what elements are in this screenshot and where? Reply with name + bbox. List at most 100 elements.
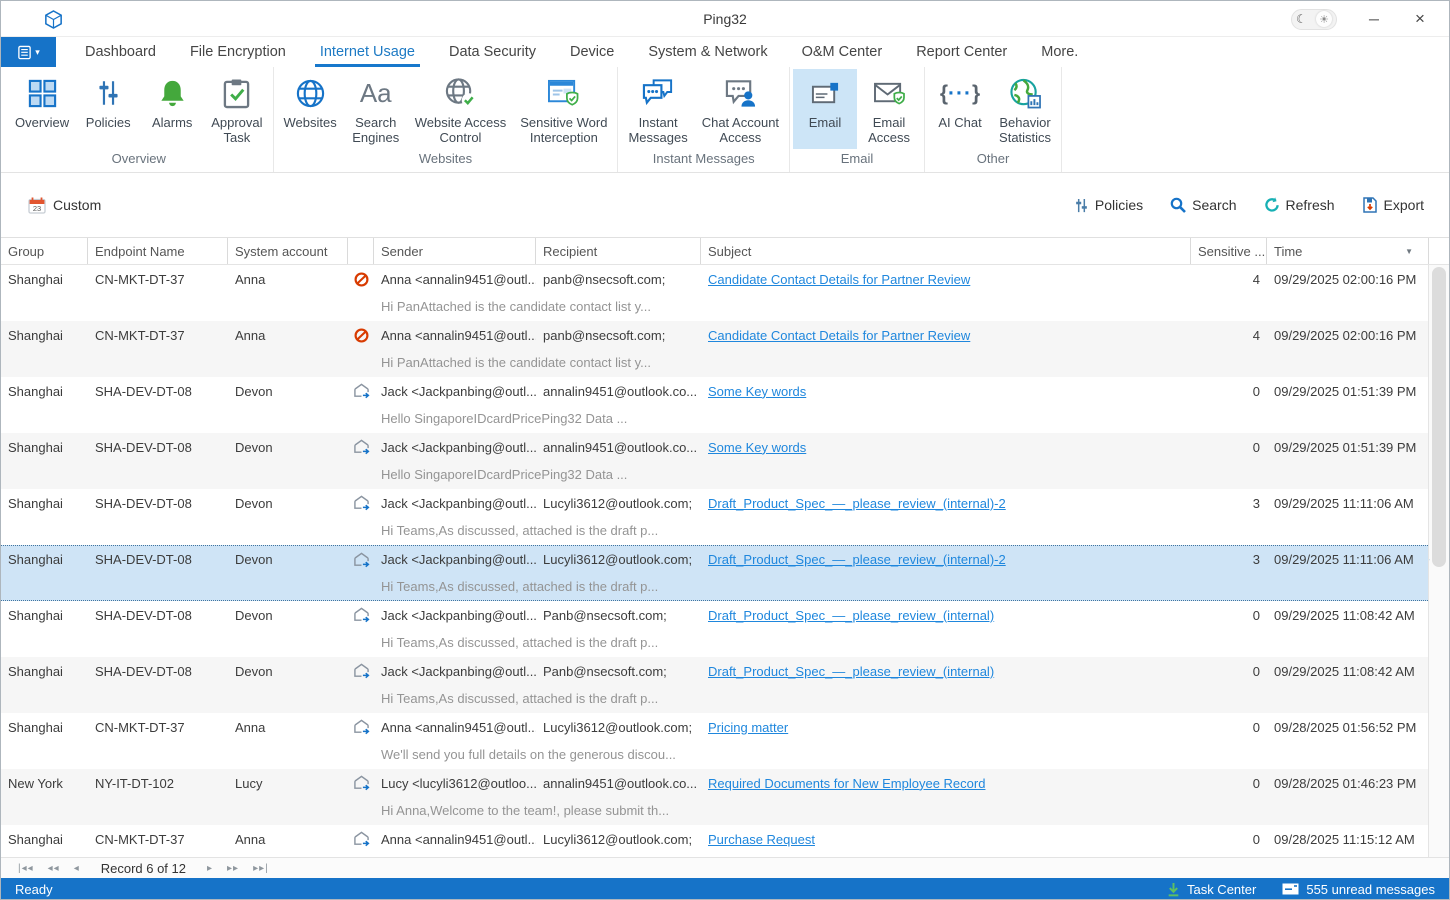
ribbon-item-chat-account-access[interactable]: Chat Account Access [695,69,786,149]
ribbon-group-label: Email [793,151,921,171]
column-header-sender[interactable]: Sender [374,238,536,264]
email-subject-link[interactable]: Pricing matter [708,720,788,735]
search-button[interactable]: Search [1170,197,1236,213]
column-header-system-account[interactable]: System account [228,238,348,264]
row-actions-button[interactable]: ••• [1429,552,1430,567]
ribbon-item-search-engines[interactable]: AaSearch Engines [344,69,408,149]
ribbon-item-instant-messages[interactable]: Instant Messages [621,69,694,149]
time-cell: 09/29/2025 11:08:42 AM [1267,608,1429,623]
pager-first-button[interactable]: |◂◂ [11,863,41,874]
app-menu-button[interactable]: ▾ [1,37,56,67]
tab-internet-usage[interactable]: Internet Usage [303,37,432,67]
unread-messages-button[interactable]: 555 unread messages [1282,882,1435,897]
email-subject-link[interactable]: Some Key words [708,440,806,455]
column-header-time[interactable]: Time▼ [1267,238,1429,264]
minimize-button[interactable]: ─ [1351,11,1397,27]
ribbon-item-label: Email Access [868,115,910,145]
tab-more[interactable]: More. [1024,37,1095,67]
export-button[interactable]: Export [1362,197,1424,213]
table-row[interactable]: ShanghaiCN-MKT-DT-37AnnaAnna <annalin945… [1,265,1430,321]
table-row[interactable]: ShanghaiCN-MKT-DT-37AnnaAnna <annalin945… [1,825,1430,857]
email-subject-link[interactable]: Some Key words [708,384,806,399]
ribbon-item-label: Approval Task [211,115,262,145]
time-filter-icon[interactable]: ▼ [1405,247,1421,256]
endpoint-cell: SHA-DEV-DT-08 [88,384,228,399]
sensitive-cell: 3 [1191,496,1267,511]
pager-next-button[interactable]: ▸ [200,863,220,874]
refresh-button[interactable]: Refresh [1264,197,1335,213]
table-row[interactable]: ShanghaiSHA-DEV-DT-08DevonJack <Jackpanb… [1,657,1430,713]
time-cell: 09/29/2025 02:00:16 PM [1267,328,1429,343]
close-button[interactable]: × [1397,9,1443,29]
sent-mail-icon [353,495,370,511]
calendar-day: 23 [33,204,41,213]
tab-report-center[interactable]: Report Center [899,37,1024,67]
moon-icon[interactable]: ☾ [1296,12,1307,26]
ribbon-item-label: Sensitive Word Interception [520,115,607,145]
ribbon-item-websites[interactable]: Websites [277,69,344,149]
column-header-group[interactable]: Group [1,238,88,264]
email-subject-link[interactable]: Draft_Product_Spec_—_please_review_(inte… [708,608,994,623]
theme-toggle[interactable]: ☾ ☀ [1291,9,1337,30]
column-header-subject[interactable]: Subject [701,238,1191,264]
column-header-recipient[interactable]: Recipient [536,238,701,264]
ribbon-item-website-access-control[interactable]: Website Access Control [408,69,514,149]
table-row[interactable]: ShanghaiSHA-DEV-DT-08DevonJack <Jackpanb… [1,601,1430,657]
email-subject-link[interactable]: Required Documents for New Employee Reco… [708,776,985,791]
table-row[interactable]: ShanghaiSHA-DEV-DT-08DevonJack <Jackpanb… [1,489,1430,545]
mail-status-cell [348,328,374,343]
account-cell: Devon [228,384,348,399]
ribbon-item-email-access[interactable]: Email Access [857,69,921,149]
subject-cell: Purchase Request [701,832,1191,847]
email-subject-link[interactable]: Candidate Contact Details for Partner Re… [708,328,970,343]
table-row[interactable]: New YorkNY-IT-DT-102LucyLucy <lucyli3612… [1,769,1430,825]
ribbon-item-ai-chat[interactable]: {···}AI Chat [928,69,992,149]
column-header-sensitive[interactable]: Sensitive ... [1191,238,1267,264]
task-center-button[interactable]: Task Center [1167,882,1256,897]
ribbon-item-policies[interactable]: Policies [76,69,140,149]
pager-last-button[interactable]: ▸▸| [246,863,276,874]
ribbon-item-overview[interactable]: Overview [8,69,76,149]
recipient-cell: Lucyli3612@outlook.com; [536,720,701,735]
scrollbar-thumb[interactable] [1432,267,1446,567]
ribbon-item-approval-task[interactable]: Approval Task [204,69,269,149]
email-subject-link[interactable]: Candidate Contact Details for Partner Re… [708,272,970,287]
tab-file-encryption[interactable]: File Encryption [173,37,303,67]
email-subject-link[interactable]: Draft_Product_Spec_—_please_review_(inte… [708,664,994,679]
ribbon-item-email[interactable]: Email [793,69,857,149]
tab-o-m-center[interactable]: O&M Center [785,37,900,67]
sender-cell: Anna <annalin9451@outl... [374,720,536,735]
ribbon-item-sensitive-word-interception[interactable]: Sensitive Word Interception [513,69,614,149]
pager-fast-prev-button[interactable]: ◂◂ [41,863,67,874]
pager-fast-next-button[interactable]: ▸▸ [220,863,246,874]
email-subject-link[interactable]: Purchase Request [708,832,815,847]
column-header-endpoint-name[interactable]: Endpoint Name [88,238,228,264]
table-row[interactable]: ShanghaiCN-MKT-DT-37AnnaAnna <annalin945… [1,321,1430,377]
tab-data-security[interactable]: Data Security [432,37,553,67]
tab-device[interactable]: Device [553,37,631,67]
export-icon [1362,197,1378,213]
sun-icon[interactable]: ☀ [1316,11,1332,27]
ribbon-item-behavior-statistics[interactable]: Behavior Statistics [992,69,1058,149]
vertical-scrollbar[interactable] [1428,265,1449,857]
sensitive-cell: 4 [1191,272,1267,287]
tab-system-network[interactable]: System & Network [631,37,784,67]
subject-cell: Pricing matter [701,720,1191,735]
table-row[interactable]: ShanghaiSHA-DEV-DT-08DevonJack <Jackpanb… [1,545,1430,601]
time-cell: 09/29/2025 02:00:16 PM [1267,272,1429,287]
table-row[interactable]: ShanghaiSHA-DEV-DT-08DevonJack <Jackpanb… [1,433,1430,489]
policies-icon [1074,198,1089,213]
policies-button[interactable]: Policies [1074,197,1143,213]
column-header-icon-column[interactable] [348,238,374,264]
custom-date-button[interactable]: 23 Custom [28,197,101,214]
email-subject-link[interactable]: Draft_Product_Spec_—_please_review_(inte… [708,496,1006,511]
email-subject-link[interactable]: Draft_Product_Spec_—_please_review_(inte… [708,552,1006,567]
time-cell: 09/29/2025 01:51:39 PM [1267,440,1429,455]
ribbon-group-label: Websites [277,151,615,171]
tab-dashboard[interactable]: Dashboard [68,37,173,67]
table-row[interactable]: ShanghaiCN-MKT-DT-37AnnaAnna <annalin945… [1,713,1430,769]
mail-status-cell [348,439,374,455]
pager-prev-button[interactable]: ◂ [67,863,87,874]
table-row[interactable]: ShanghaiSHA-DEV-DT-08DevonJack <Jackpanb… [1,377,1430,433]
ribbon-item-alarms[interactable]: Alarms [140,69,204,149]
